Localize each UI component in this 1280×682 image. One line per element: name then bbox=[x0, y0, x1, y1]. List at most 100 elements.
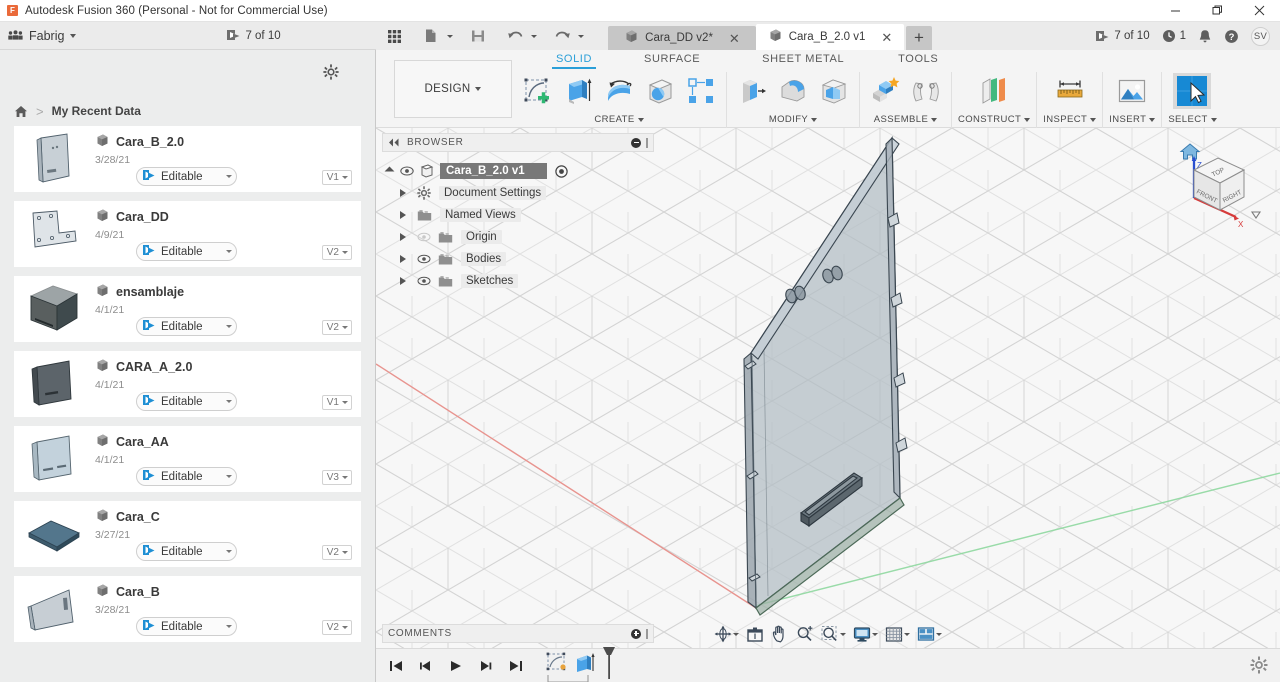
pan-icon[interactable] bbox=[768, 622, 792, 646]
item-status-dropdown[interactable]: Editable bbox=[136, 167, 237, 186]
measure-icon[interactable] bbox=[1051, 73, 1089, 109]
item-status-dropdown[interactable]: Editable bbox=[136, 317, 237, 336]
revolve-icon[interactable] bbox=[600, 73, 638, 109]
workspace-tab-surface[interactable]: SURFACE bbox=[634, 51, 710, 69]
close-icon[interactable] bbox=[1238, 0, 1280, 22]
item-version-dropdown[interactable]: V1 bbox=[321, 170, 352, 185]
display-settings-icon[interactable] bbox=[850, 622, 881, 646]
new-sketch-icon[interactable] bbox=[518, 73, 556, 109]
expand-triangle-icon[interactable] bbox=[400, 277, 406, 285]
ribbon-group-label[interactable]: MODIFY bbox=[769, 114, 818, 128]
workspace-tab-tools[interactable]: TOOLS bbox=[888, 51, 948, 69]
panel-grip-icon[interactable] bbox=[646, 628, 648, 639]
show-data-panel-icon[interactable] bbox=[382, 24, 406, 48]
item-version-dropdown[interactable]: V1 bbox=[321, 395, 352, 410]
item-version-dropdown[interactable]: V2 bbox=[321, 620, 352, 635]
item-status-dropdown[interactable]: Editable bbox=[136, 392, 237, 411]
grid-snaps-icon[interactable] bbox=[882, 622, 913, 646]
workspace-switcher[interactable]: DESIGN bbox=[394, 60, 512, 118]
shell-icon[interactable] bbox=[815, 73, 853, 109]
data-panel-item[interactable]: Cara_B 3/28/21 Editable V2 bbox=[14, 576, 361, 642]
data-panel-item[interactable]: CARA_A_2.0 4/1/21 Editable V1 bbox=[14, 351, 361, 417]
step-forward-icon[interactable] bbox=[474, 654, 498, 678]
joint-icon[interactable] bbox=[907, 73, 945, 109]
chevron-down-icon[interactable] bbox=[531, 34, 537, 38]
maximize-icon[interactable] bbox=[1196, 0, 1238, 22]
recent-data-list[interactable]: Cara_B_2.0 3/28/21 Editable V1 Cara_DD 4/9/21… bbox=[0, 126, 375, 682]
zoom-in-icon[interactable] bbox=[793, 622, 817, 646]
play-icon[interactable] bbox=[444, 654, 468, 678]
comments-panel[interactable]: COMMENTS bbox=[382, 624, 654, 643]
viewports-icon[interactable] bbox=[914, 622, 945, 646]
item-version-dropdown[interactable]: V3 bbox=[321, 470, 352, 485]
data-panel-item[interactable]: Cara_AA 4/1/21 Editable V3 bbox=[14, 426, 361, 492]
browser-node[interactable]: Document Settings bbox=[382, 182, 654, 204]
expand-triangle-icon[interactable] bbox=[400, 233, 406, 241]
go-to-end-icon[interactable] bbox=[504, 654, 528, 678]
3d-viewport[interactable]: BROWSER Cara_B_2.0 v1 Document Settings … bbox=[376, 128, 1280, 648]
radio-activate-icon[interactable] bbox=[554, 164, 568, 178]
ribbon-group-label[interactable]: CONSTRUCT bbox=[958, 114, 1031, 128]
zoom-window-icon[interactable] bbox=[818, 622, 849, 646]
expand-triangle-icon[interactable] bbox=[400, 255, 406, 263]
eye-icon[interactable] bbox=[417, 232, 431, 242]
eye-icon[interactable] bbox=[417, 254, 431, 264]
chevron-down-icon[interactable] bbox=[447, 34, 453, 38]
browser-node[interactable]: Origin bbox=[382, 226, 654, 248]
close-tab-icon[interactable]: ✕ bbox=[729, 32, 740, 45]
timeline-features[interactable] bbox=[544, 646, 620, 682]
workspace-tab-sheet-metal[interactable]: SHEET METAL bbox=[752, 51, 854, 69]
add-comment-icon[interactable] bbox=[631, 628, 641, 639]
document-tab[interactable]: Cara_B_2.0 v1 ✕ bbox=[756, 24, 904, 50]
save-icon[interactable] bbox=[466, 24, 490, 48]
data-panel-item[interactable]: Cara_B_2.0 3/28/21 Editable V1 bbox=[14, 126, 361, 192]
file-menu-icon[interactable] bbox=[419, 24, 443, 48]
new-tab-icon[interactable]: + bbox=[906, 26, 932, 50]
close-tab-icon[interactable]: ✕ bbox=[881, 31, 892, 44]
collapse-left-icon[interactable] bbox=[388, 138, 400, 147]
new-component-icon[interactable] bbox=[866, 73, 904, 109]
eye-icon[interactable] bbox=[417, 276, 431, 286]
chevron-down-icon[interactable] bbox=[733, 632, 739, 636]
item-status-dropdown[interactable]: Editable bbox=[136, 542, 237, 561]
data-panel-item[interactable]: Cara_DD 4/9/21 Editable V2 bbox=[14, 201, 361, 267]
look-at-icon[interactable] bbox=[743, 622, 767, 646]
orbit-icon[interactable] bbox=[711, 622, 742, 646]
pattern-icon[interactable] bbox=[682, 73, 720, 109]
team-selector[interactable]: Fabrig bbox=[0, 29, 77, 43]
offset-plane-icon[interactable] bbox=[975, 73, 1013, 109]
ribbon-group-label[interactable]: INSPECT bbox=[1043, 114, 1097, 128]
select-cursor-icon[interactable] bbox=[1173, 73, 1212, 109]
view-cube[interactable]: Z X TOP FRONT RIGHT bbox=[1166, 136, 1262, 232]
browser-header[interactable]: BROWSER bbox=[382, 133, 654, 152]
fillet-icon[interactable] bbox=[774, 73, 812, 109]
insert-image-icon[interactable] bbox=[1113, 73, 1151, 109]
chevron-down-icon[interactable] bbox=[578, 34, 584, 38]
browser-node[interactable]: Bodies bbox=[382, 248, 654, 270]
data-panel-item[interactable]: Cara_C 3/27/21 Editable V2 bbox=[14, 501, 361, 567]
ribbon-group-label[interactable]: SELECT bbox=[1168, 114, 1217, 128]
panel-grip-icon[interactable] bbox=[646, 137, 648, 148]
item-status-dropdown[interactable]: Editable bbox=[136, 242, 237, 261]
eye-icon[interactable] bbox=[400, 166, 414, 176]
browser-node[interactable]: Sketches bbox=[382, 270, 654, 292]
minimize-icon[interactable] bbox=[1154, 0, 1196, 22]
extrude-icon[interactable] bbox=[559, 73, 597, 109]
expand-triangle-icon[interactable] bbox=[384, 166, 395, 176]
chevron-down-icon[interactable] bbox=[872, 632, 878, 636]
ribbon-group-label[interactable]: CREATE bbox=[594, 114, 644, 128]
expand-triangle-icon[interactable] bbox=[400, 189, 406, 197]
item-status-dropdown[interactable]: Editable bbox=[136, 467, 237, 486]
item-version-dropdown[interactable]: V2 bbox=[321, 320, 352, 335]
avatar[interactable]: SV bbox=[1251, 26, 1270, 46]
item-version-dropdown[interactable]: V2 bbox=[321, 545, 352, 560]
chevron-down-icon[interactable] bbox=[936, 632, 942, 636]
home-icon[interactable] bbox=[14, 105, 28, 118]
workspace-tabs[interactable]: SOLID SURFACE SHEET METAL TOOLS bbox=[546, 51, 948, 69]
document-tab[interactable]: Cara_DD v2* ✕ bbox=[608, 26, 756, 50]
browser-node[interactable]: Named Views bbox=[382, 204, 654, 226]
recent-activity[interactable]: 1 bbox=[1162, 29, 1186, 43]
step-back-icon[interactable] bbox=[414, 654, 438, 678]
minimize-panel-icon[interactable] bbox=[631, 137, 641, 148]
timeline-settings-gear-icon[interactable] bbox=[1250, 656, 1268, 679]
